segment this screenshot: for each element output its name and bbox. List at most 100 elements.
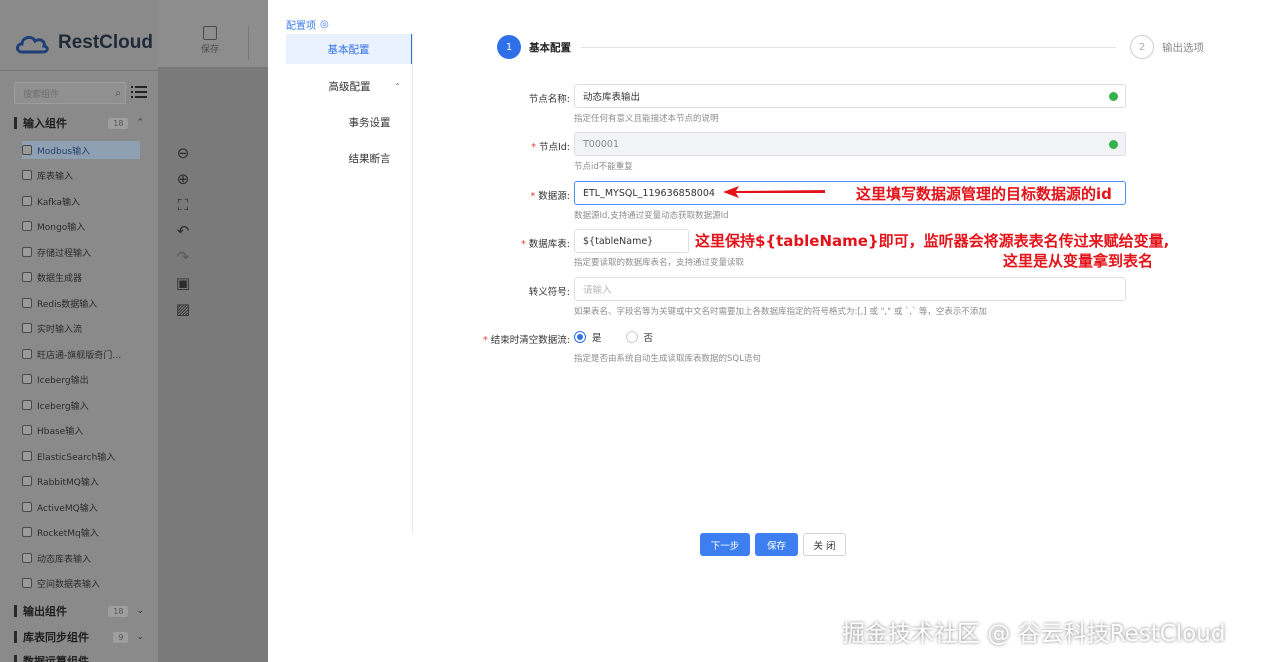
component-icon — [22, 527, 32, 537]
component-icon — [22, 374, 32, 384]
table-help: 指定要读取的数据库表名，支持通过变量读取 — [574, 258, 745, 268]
component-icon — [22, 400, 32, 410]
component-item[interactable]: 旺店通-旗舰版奇门… — [22, 345, 140, 363]
group-count-badge: 18 — [108, 117, 129, 129]
node-config-dialog: 配置项 ◎ 基本配置 高级配置 ⌃ 事务设置 结果断言 1 基本配置 2 输出选项… — [268, 0, 1268, 662]
component-item[interactable]: Hbase输入 — [22, 421, 140, 439]
component-icon — [22, 323, 32, 333]
input-placeholder: 请输入 — [583, 285, 612, 296]
node-name-help: 指定任何有意义且能描述本节点的说明 — [574, 114, 719, 124]
component-icon — [22, 170, 32, 180]
config-title-text: 配置项 — [286, 21, 316, 32]
group-marker — [14, 117, 17, 129]
component-sidebar: RestCloud 搜索组件 ⌕ 输入组件 18 ⌃ Modbus输入 库表输入… — [0, 0, 158, 662]
nav-result-assertion[interactable]: 结果断言 — [286, 143, 413, 173]
component-item[interactable]: Kafka输入 — [22, 192, 140, 210]
nav-advanced-config[interactable]: 高级配置 ⌃ — [286, 71, 413, 101]
clear-flow-label: * 结束时清空数据流: — [483, 332, 570, 346]
check-circle-icon — [1109, 140, 1118, 149]
save-button[interactable]: 保存 — [755, 533, 798, 556]
component-item[interactable]: Modbus输入 — [22, 141, 140, 159]
radio-yes[interactable] — [574, 331, 586, 343]
group-table-sync-components[interactable]: 库表同步组件 9 ⌄ — [14, 628, 144, 646]
app-logo: RestCloud — [14, 28, 153, 58]
redo-icon[interactable]: ↷ — [174, 248, 192, 266]
component-label: 存储过程输入 — [37, 248, 92, 259]
search-icon: ⌕ — [115, 87, 121, 99]
nav-basic-config[interactable]: 基本配置 — [286, 34, 413, 64]
zoom-out-icon[interactable]: ⊖ — [174, 144, 192, 162]
fit-view-icon[interactable]: ⛶ — [174, 196, 192, 214]
component-item[interactable]: 动态库表输入 — [22, 549, 140, 567]
step-label: 输出选项 — [1162, 41, 1204, 54]
component-icon — [22, 425, 32, 435]
grid-pattern-icon[interactable]: ▨ — [174, 300, 192, 318]
input-value: 动态库表输出 — [583, 92, 641, 103]
component-item[interactable]: ElasticSearch输入 — [22, 447, 140, 465]
group-output-components[interactable]: 输出组件 18 ⌄ — [14, 602, 144, 620]
undo-icon[interactable]: ↶ — [174, 222, 192, 240]
component-icon — [22, 196, 32, 206]
step-label: 基本配置 — [529, 41, 571, 54]
input-value: ${tableName} — [583, 235, 654, 247]
label-text: 转义符号: — [528, 287, 570, 298]
table-name-input[interactable]: ${tableName} — [574, 229, 689, 253]
component-item[interactable]: RabbitMQ输入 — [22, 472, 140, 490]
group-name: 库表同步组件 — [23, 631, 89, 644]
component-item[interactable]: RocketMq输入 — [22, 523, 140, 541]
group-count-badge: 18 — [108, 605, 129, 617]
component-item[interactable]: Iceberg输入 — [22, 396, 140, 414]
component-item[interactable]: 库表输入 — [22, 166, 140, 184]
escape-label: 转义符号: — [529, 284, 570, 298]
zoom-in-icon[interactable]: ⊕ — [174, 170, 192, 188]
label-text: 节点Id: — [538, 142, 570, 153]
label-text: 数据源: — [538, 191, 570, 202]
component-label: Iceberg输入 — [37, 401, 89, 412]
group-marker — [14, 605, 17, 617]
component-item[interactable]: Mongo输入 — [22, 217, 140, 235]
required-mark: * — [483, 335, 488, 346]
step-output-options[interactable]: 2 输出选项 — [1130, 35, 1204, 59]
step-basic-config[interactable]: 1 基本配置 — [497, 35, 571, 59]
nav-label: 基本配置 — [327, 43, 370, 56]
component-label: Kafka输入 — [37, 197, 80, 208]
flow-canvas[interactable] — [158, 0, 268, 662]
component-item[interactable]: ActiveMQ输入 — [22, 498, 140, 516]
required-mark: * — [530, 191, 536, 202]
component-item[interactable]: Redis数据输入 — [22, 294, 140, 312]
close-button[interactable]: 关 闭 — [803, 533, 846, 556]
component-icon — [22, 145, 32, 155]
component-item[interactable]: 存储过程输入 — [22, 243, 140, 261]
component-item[interactable]: 数据生成器 — [22, 268, 140, 286]
component-label: 动态库表输入 — [37, 554, 92, 565]
component-item[interactable]: Iceberg输出 — [22, 370, 140, 388]
step-number: 1 — [497, 35, 521, 59]
next-step-button[interactable]: 下一步 — [700, 533, 750, 556]
label-text: 节点名称: — [528, 94, 570, 105]
component-search-input[interactable]: 搜索组件 ⌕ — [14, 82, 126, 104]
component-icon — [22, 476, 32, 486]
group-input-components[interactable]: 输入组件 18 ⌃ — [14, 114, 144, 132]
component-icon — [22, 502, 32, 512]
list-view-icon[interactable] — [131, 84, 147, 100]
component-icon — [22, 298, 32, 308]
component-icon — [22, 272, 32, 282]
node-id-input[interactable]: T00001 — [574, 132, 1126, 156]
group-count-badge: 9 — [113, 631, 129, 643]
radio-no[interactable] — [625, 331, 638, 343]
nav-transaction-settings[interactable]: 事务设置 — [286, 107, 413, 137]
select-area-icon[interactable]: ▣ — [174, 274, 192, 292]
component-item[interactable]: 实时输入流 — [22, 319, 140, 337]
group-marker — [14, 655, 17, 662]
node-id-help: 节点id不能重复 — [574, 162, 633, 172]
nav-divider — [412, 34, 413, 534]
group-data-compute-components[interactable]: 数据运算组件 — [14, 652, 144, 662]
escape-symbol-input[interactable]: 请输入 — [574, 277, 1126, 301]
input-value: T00001 — [583, 138, 620, 150]
toolbar-save-button[interactable]: 保存 — [196, 26, 224, 55]
input-value: ETL_MYSQL_119636858004 — [583, 187, 715, 199]
node-name-input[interactable]: 动态库表输出 — [574, 84, 1126, 108]
node-name-label: 节点名称: — [529, 91, 570, 105]
component-item[interactable]: 空间数据表输入 — [22, 574, 140, 592]
component-label: Redis数据输入 — [37, 299, 98, 310]
